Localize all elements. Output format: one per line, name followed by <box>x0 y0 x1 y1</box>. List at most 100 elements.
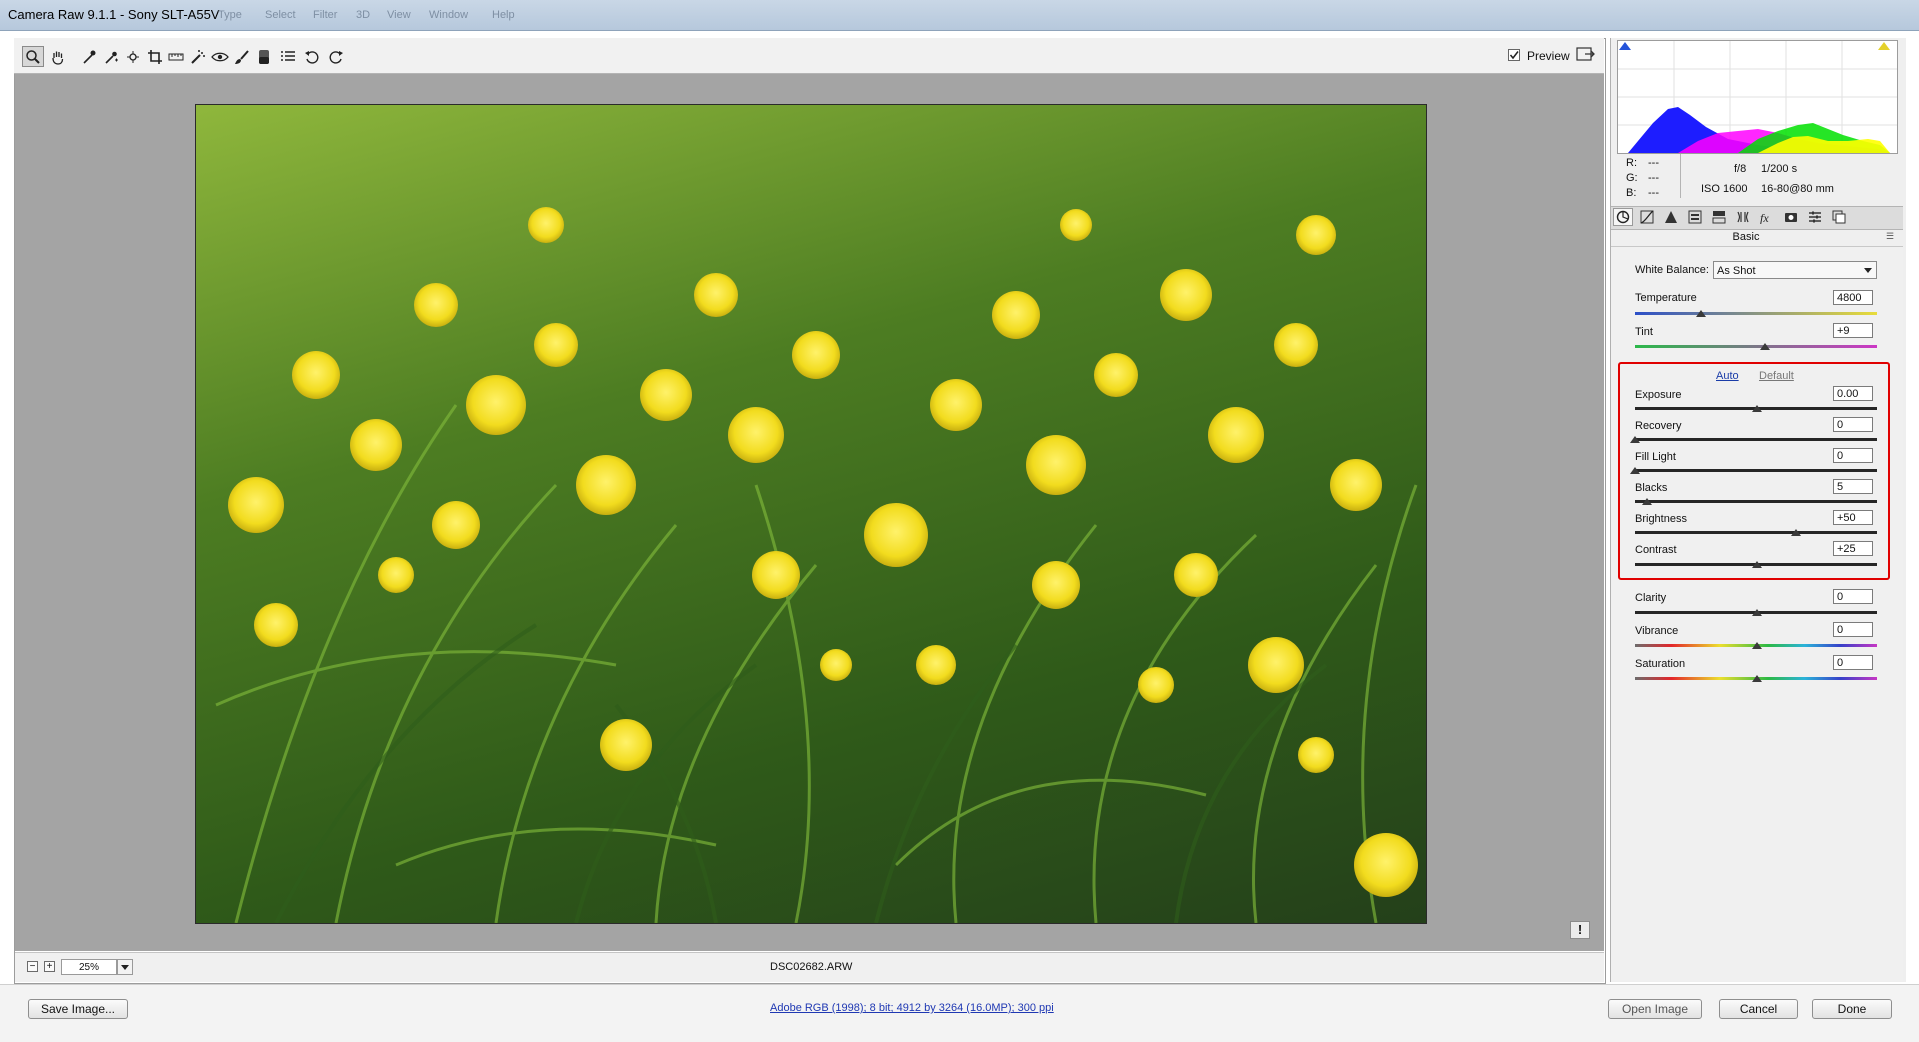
targeted-adjustment-tool-icon[interactable] <box>122 46 144 67</box>
histogram <box>1617 40 1898 154</box>
brightness-slider-thumb[interactable] <box>1791 529 1801 536</box>
saturation-slider-thumb[interactable] <box>1752 675 1762 682</box>
workflow-options-link[interactable]: Adobe RGB (1998); 8 bit; 4912 by 3264 (1… <box>770 1002 1054 1014</box>
ghost-menu-item: Help <box>492 9 515 21</box>
saturation-label: Saturation <box>1635 658 1686 670</box>
tab-hsl-icon[interactable] <box>1685 208 1705 226</box>
tab-split-toning-icon[interactable] <box>1709 208 1729 226</box>
fill-light-slider[interactable] <box>1635 469 1877 472</box>
blacks-field[interactable]: 5 <box>1833 479 1873 494</box>
vibrance-slider-thumb[interactable] <box>1752 642 1762 649</box>
fill-light-field[interactable]: 0 <box>1833 448 1873 463</box>
white-balance-select[interactable]: As Shot <box>1713 261 1877 279</box>
r-label: R: <box>1626 157 1637 169</box>
recovery-slider[interactable] <box>1635 438 1877 441</box>
graduated-filter-tool-icon[interactable] <box>253 46 275 67</box>
zoom-in-button[interactable]: + <box>44 961 55 972</box>
blacks-slider-thumb[interactable] <box>1642 498 1652 505</box>
tab-snapshots-icon[interactable] <box>1829 208 1849 226</box>
temperature-field[interactable]: 4800 <box>1833 290 1873 305</box>
fill-light-label: Fill Light <box>1635 451 1676 463</box>
brightness-slider[interactable] <box>1635 531 1877 534</box>
spot-removal-tool-icon[interactable] <box>187 46 209 67</box>
tab-presets-icon[interactable] <box>1805 208 1825 226</box>
done-button[interactable]: Done <box>1812 999 1892 1019</box>
tab-lens-corrections-icon[interactable] <box>1733 208 1753 226</box>
tab-tone-curve-icon[interactable] <box>1637 208 1657 226</box>
panel-menu-icon[interactable]: ☰ <box>1886 231 1894 242</box>
rotate-ccw-icon[interactable] <box>301 46 323 67</box>
zoom-tool-icon[interactable] <box>22 46 44 67</box>
zoom-out-button[interactable]: − <box>27 961 38 972</box>
title-bar: Camera Raw 9.1.1 - Sony SLT-A55V Type Se… <box>0 0 1919 31</box>
ghost-menu-item: View <box>387 9 411 21</box>
tint-field[interactable]: +9 <box>1833 323 1873 338</box>
ghost-menu-item: 3D <box>356 9 371 21</box>
zoom-level-field[interactable]: 25% <box>61 959 117 975</box>
shutter-value: 1/200 s <box>1761 163 1798 175</box>
open-image-button[interactable]: Open Image <box>1608 999 1702 1019</box>
zoom-dropdown-button[interactable] <box>117 959 133 975</box>
highlight-clipping-warning-icon[interactable] <box>1878 42 1890 50</box>
fill-light-slider-thumb[interactable] <box>1630 467 1640 474</box>
exposure-slider-thumb[interactable] <box>1752 405 1762 412</box>
fullscreen-toggle-icon[interactable] <box>1576 46 1596 63</box>
straighten-tool-icon[interactable] <box>165 46 187 67</box>
exposure-label: Exposure <box>1635 389 1682 401</box>
clarity-field[interactable]: 0 <box>1833 589 1873 604</box>
tab-effects-icon[interactable]: fx <box>1757 208 1777 226</box>
saturation-field[interactable]: 0 <box>1833 655 1873 670</box>
tint-slider[interactable] <box>1635 345 1877 348</box>
toolbar <box>14 38 1604 74</box>
tab-basic-icon[interactable] <box>1613 208 1633 226</box>
contrast-slider-thumb[interactable] <box>1752 561 1762 568</box>
hand-tool-icon[interactable] <box>47 46 69 67</box>
crop-tool-icon[interactable] <box>144 46 166 67</box>
tint-label: Tint <box>1635 326 1653 338</box>
white-balance-tool-icon[interactable] <box>78 46 100 67</box>
temperature-slider[interactable] <box>1635 312 1877 315</box>
tab-camera-calibration-icon[interactable] <box>1781 208 1801 226</box>
contrast-field[interactable]: +25 <box>1833 541 1873 556</box>
vibrance-field[interactable]: 0 <box>1833 622 1873 637</box>
panel-title: Basic <box>1732 231 1760 243</box>
info-divider <box>1680 154 1681 198</box>
adjustment-brush-tool-icon[interactable] <box>231 46 253 67</box>
rotate-cw-icon[interactable] <box>325 46 347 67</box>
aperture-value: f/8 <box>1734 163 1747 175</box>
warning-icon[interactable]: ! <box>1570 921 1590 939</box>
blacks-slider[interactable] <box>1635 500 1877 503</box>
recovery-field[interactable]: 0 <box>1833 417 1873 432</box>
save-image-button[interactable]: Save Image... <box>28 999 128 1019</box>
iso-value: ISO 1600 <box>1701 183 1748 195</box>
tint-slider-thumb[interactable] <box>1760 343 1770 350</box>
g-label: G: <box>1626 172 1638 184</box>
window-title: Camera Raw 9.1.1 - Sony SLT-A55V <box>8 7 220 22</box>
clarity-slider-thumb[interactable] <box>1752 609 1762 616</box>
filename-label: DSC02682.ARW <box>770 961 853 973</box>
clarity-label: Clarity <box>1635 592 1667 604</box>
exposure-field[interactable]: 0.00 <box>1833 386 1873 401</box>
preview-checkbox[interactable] <box>1508 49 1520 61</box>
white-balance-label: White Balance: <box>1635 264 1709 276</box>
temperature-slider-thumb[interactable] <box>1696 310 1706 317</box>
vibrance-label: Vibrance <box>1635 625 1679 637</box>
ghost-menu-item: Select <box>265 9 296 21</box>
ghost-menu-item: Filter <box>313 9 338 21</box>
recovery-slider-thumb[interactable] <box>1630 436 1640 443</box>
cancel-button[interactable]: Cancel <box>1719 999 1798 1019</box>
preferences-list-icon[interactable] <box>277 46 299 67</box>
contrast-label: Contrast <box>1635 544 1677 556</box>
red-eye-removal-tool-icon[interactable] <box>209 46 231 67</box>
photo-preview[interactable] <box>195 104 1427 924</box>
shadow-clipping-warning-icon[interactable] <box>1619 42 1631 50</box>
blacks-label: Blacks <box>1635 482 1668 494</box>
brightness-label: Brightness <box>1635 513 1687 525</box>
tab-detail-icon[interactable] <box>1661 208 1681 226</box>
preview-label: Preview <box>1527 49 1570 63</box>
default-link[interactable]: Default <box>1759 370 1794 382</box>
auto-link[interactable]: Auto <box>1716 370 1739 382</box>
svg-text:fx: fx <box>1760 211 1769 224</box>
color-sampler-tool-icon[interactable] <box>100 46 122 67</box>
brightness-field[interactable]: +50 <box>1833 510 1873 525</box>
